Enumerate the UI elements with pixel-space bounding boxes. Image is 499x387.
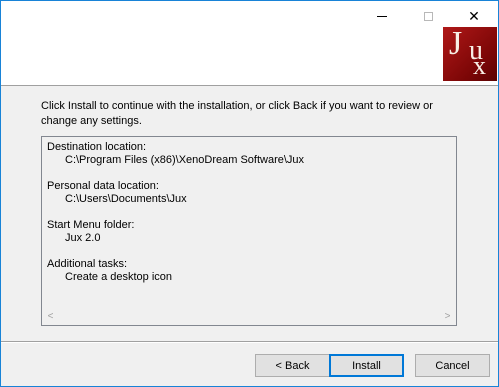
horizontal-scrollbar[interactable]: < > — [42, 308, 456, 325]
memo-group-tasks: Additional tasks: Create a desktop icon — [47, 258, 447, 284]
minimize-button[interactable] — [359, 1, 405, 31]
maximize-icon — [423, 11, 433, 21]
cancel-button[interactable]: Cancel — [415, 354, 490, 377]
memo-content: Destination location: C:\Program Files (… — [47, 141, 447, 297]
memo-value: Create a desktop icon — [65, 271, 173, 283]
memo-label: Personal data location: — [47, 180, 159, 192]
logo-letter-j: J — [449, 27, 463, 62]
memo-label: Additional tasks: — [47, 258, 128, 270]
install-button[interactable]: Install — [329, 354, 404, 377]
footer-divider-highlight — [1, 342, 498, 343]
jux-logo: J u x — [443, 27, 497, 81]
minimize-icon — [377, 15, 387, 17]
memo-value: C:\Program Files (x86)\XenoDream Softwar… — [65, 154, 305, 166]
back-button[interactable]: < Back — [255, 354, 330, 377]
intro-text: Click Install to continue with the insta… — [41, 100, 433, 127]
memo-label: Destination location: — [47, 141, 147, 153]
memo-label: Start Menu folder: — [47, 219, 135, 231]
memo-value: C:\Users\Documents\Jux — [65, 193, 187, 205]
scroll-left-icon[interactable]: < — [42, 308, 59, 325]
memo-group-start-menu: Start Menu folder: Jux 2.0 — [47, 219, 447, 245]
wizard-header: J u x — [1, 27, 498, 86]
logo-letter-x: x — [473, 51, 486, 80]
ready-memo[interactable]: Destination location: C:\Program Files (… — [41, 136, 457, 326]
memo-group-personal-data: Personal data location: C:\Users\Documen… — [47, 180, 447, 206]
scroll-right-icon[interactable]: > — [439, 308, 456, 325]
installer-window: ✕ J u x Click Install to continue with t… — [0, 0, 499, 387]
close-icon: ✕ — [468, 7, 480, 24]
memo-value: Jux 2.0 — [65, 232, 101, 244]
title-bar: ✕ — [1, 1, 498, 31]
memo-group-destination: Destination location: C:\Program Files (… — [47, 141, 447, 167]
